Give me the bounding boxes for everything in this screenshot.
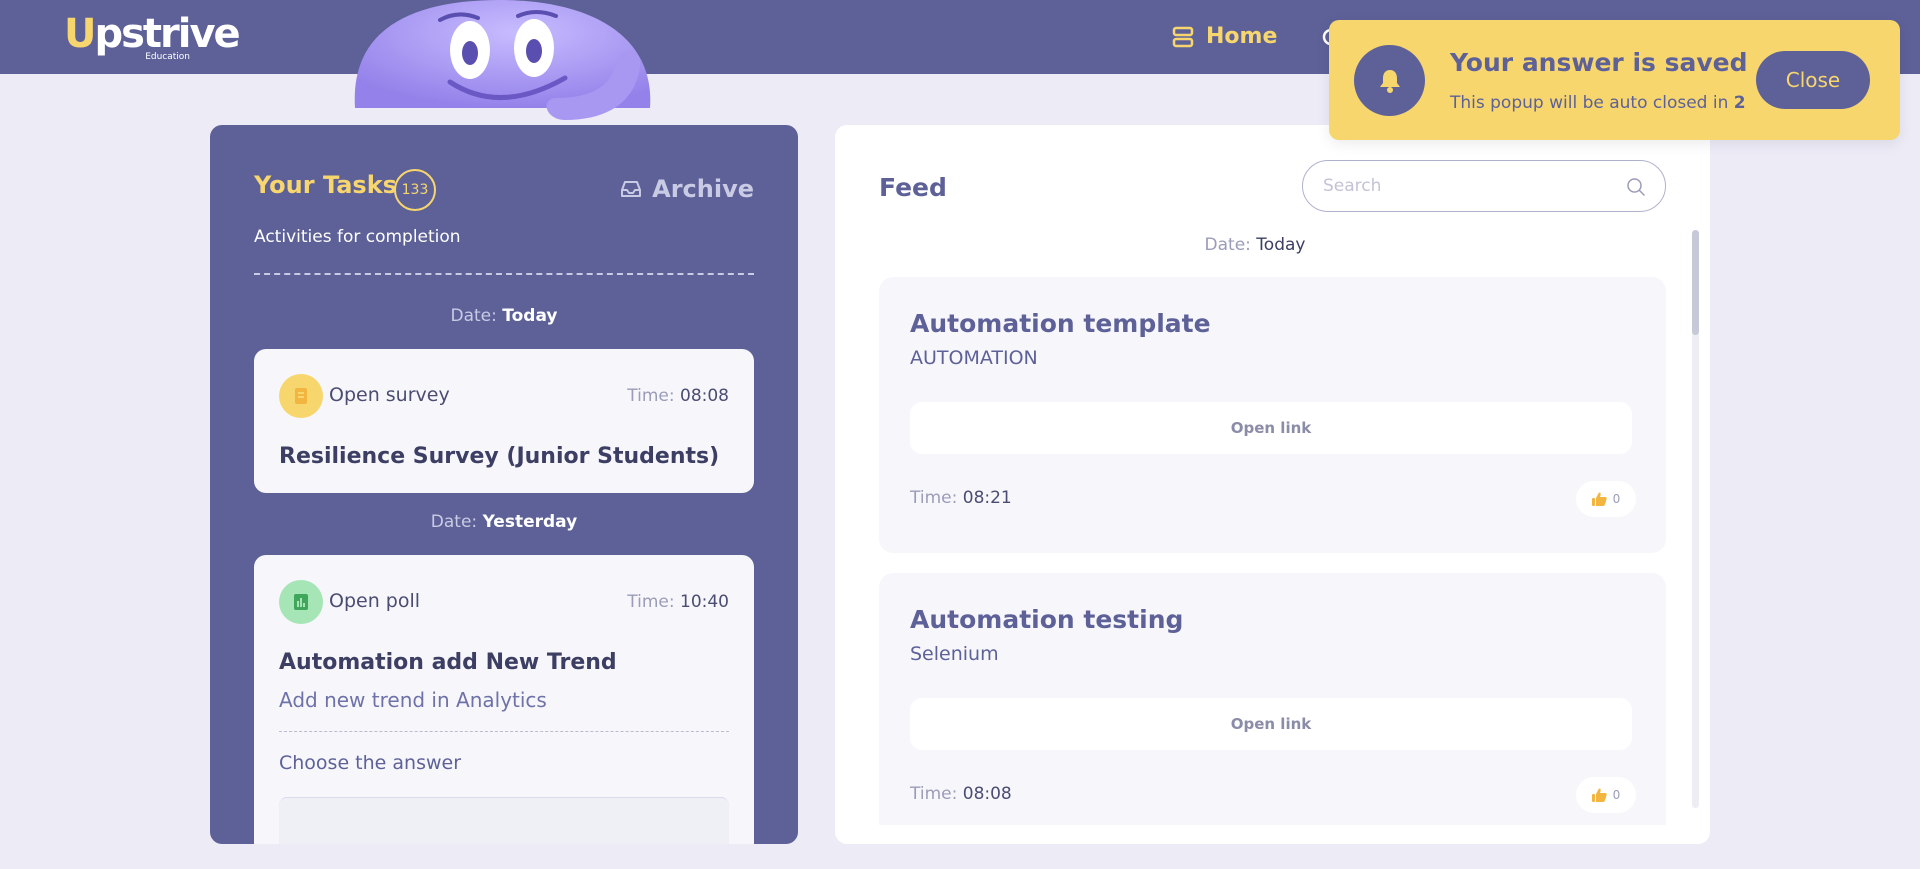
toast-message-text: This popup will be auto closed in <box>1450 93 1729 113</box>
time-value: 08:08 <box>680 386 729 406</box>
poll-icon-wrap <box>279 580 323 624</box>
upstrive-logo[interactable]: Upstrive Education <box>64 10 241 66</box>
task-description: Add new trend in Analytics <box>279 688 547 712</box>
time-label: Time: <box>627 592 675 612</box>
tasks-count-badge: 133 <box>394 169 436 211</box>
tasks-subtitle: Activities for completion <box>254 227 461 247</box>
search-icon[interactable] <box>1625 176 1647 198</box>
archive-button[interactable]: Archive <box>620 175 754 203</box>
archive-label: Archive <box>652 175 754 203</box>
feed-card-title: Automation testing <box>910 605 1184 634</box>
task-date-today: Date: Today <box>210 306 798 326</box>
date-label: Date: <box>1204 235 1251 255</box>
feed-card: Automation testing Selenium Open link Ti… <box>879 573 1666 825</box>
task-time: Time: 10:40 <box>627 592 729 612</box>
toast-message: This popup will be auto closed in 2 <box>1450 93 1746 113</box>
open-link-button[interactable]: Open link <box>910 402 1632 454</box>
feed-panel: Feed Date: Today Automation template AUT… <box>835 125 1710 844</box>
toast-notification: Your answer is saved This popup will be … <box>1329 20 1900 140</box>
time-value: 08:21 <box>962 488 1012 508</box>
search-input[interactable] <box>1323 173 1613 199</box>
feed-list[interactable]: Date: Today Automation template AUTOMATI… <box>835 225 1710 825</box>
feed-card-subtitle: AUTOMATION <box>910 347 1038 369</box>
time-value: 10:40 <box>680 592 729 612</box>
date-label: Date: <box>450 306 497 326</box>
survey-document-icon <box>295 388 307 404</box>
task-divider <box>279 731 729 732</box>
answer-prompt: Choose the answer <box>279 752 462 774</box>
toast-title: Your answer is saved <box>1450 48 1748 77</box>
task-time: Time: 08:08 <box>627 386 729 406</box>
bell-icon <box>1379 69 1400 93</box>
like-count: 0 <box>1612 492 1621 506</box>
feed-scrollbar-thumb[interactable] <box>1692 230 1699 335</box>
thumbs-up-icon <box>1591 492 1607 506</box>
open-link-button[interactable]: Open link <box>910 698 1632 750</box>
task-type: Open survey <box>329 384 450 406</box>
answer-option[interactable] <box>279 797 729 844</box>
nav-home-label: Home <box>1206 24 1278 49</box>
thumbs-up-icon <box>1591 788 1607 802</box>
inbox-icon <box>621 181 642 197</box>
feed-card-subtitle: Selenium <box>910 643 999 665</box>
feed-scrollbar[interactable] <box>1692 230 1699 808</box>
task-type: Open poll <box>329 590 421 612</box>
search-box <box>1302 160 1666 212</box>
date-value: Yesterday <box>482 512 578 532</box>
survey-icon-wrap <box>279 374 323 418</box>
task-date-yesterday: Date: Yesterday <box>210 512 798 532</box>
date-label: Date: <box>430 512 478 532</box>
poll-chart-icon <box>294 594 308 610</box>
nav-item-home[interactable]: Home <box>1172 24 1277 49</box>
feed-card: Automation template AUTOMATION Open link… <box>879 277 1666 553</box>
time-label: Time: <box>910 488 958 508</box>
time-label: Time: <box>910 784 958 804</box>
home-icon <box>1172 26 1194 47</box>
tasks-divider <box>254 273 754 275</box>
feed-date: Date: Today <box>835 235 1675 255</box>
date-value: Today <box>502 306 558 326</box>
tasks-panel: Your Tasks 133 Archive Activities for co… <box>210 125 798 844</box>
task-card-survey[interactable]: Open survey Time: 08:08 Resilience Surve… <box>254 349 754 493</box>
like-button[interactable]: 0 <box>1576 481 1636 517</box>
logo-wordmark: Upstrive <box>64 11 241 57</box>
task-card-poll[interactable]: Open poll Time: 10:40 Automation add New… <box>254 555 754 844</box>
feed-card-title: Automation template <box>910 309 1211 338</box>
feed-card-time: Time: 08:08 <box>910 784 1012 804</box>
like-button[interactable]: 0 <box>1576 777 1636 813</box>
close-button[interactable]: Close <box>1756 51 1870 109</box>
tasks-title: Your Tasks <box>254 171 397 199</box>
task-title: Resilience Survey (Junior Students) <box>279 444 720 469</box>
date-value: Today <box>1256 235 1306 255</box>
time-value: 08:08 <box>962 784 1012 804</box>
toast-bell-wrap <box>1354 45 1425 116</box>
feed-card-time: Time: 08:21 <box>910 488 1012 508</box>
logo-subtitle: Education <box>145 52 190 62</box>
time-label: Time: <box>627 386 675 406</box>
toast-countdown: 2 <box>1733 93 1746 113</box>
feed-title: Feed <box>879 173 947 202</box>
like-count: 0 <box>1612 788 1621 802</box>
task-title: Automation add New Trend <box>279 650 617 675</box>
